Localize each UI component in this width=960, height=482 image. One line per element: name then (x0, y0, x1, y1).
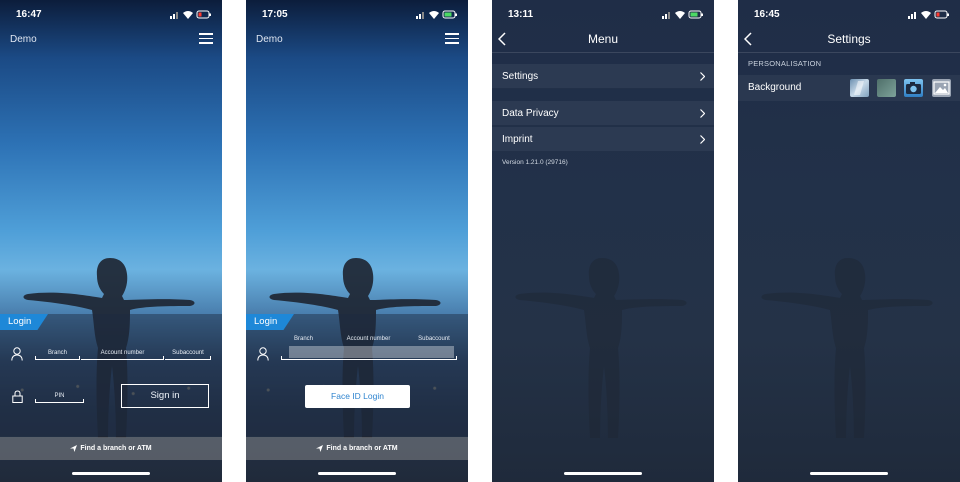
version-text: Version 1.21.0 (29716) (502, 159, 568, 166)
silhouette-image (510, 250, 700, 440)
phone-screen-menu: 13:11 Menu Settings Data Privacy Imprint… (492, 0, 714, 482)
menu-item-data-privacy[interactable]: Data Privacy (492, 101, 714, 126)
find-branch-label: Find a branch or ATM (326, 445, 398, 452)
branch-label: Branch (293, 336, 313, 342)
subaccount-label: Subaccount (418, 336, 450, 342)
background-label: Background (748, 82, 802, 93)
background-setting-row: Background (738, 75, 960, 101)
chevron-right-icon (700, 72, 705, 81)
status-icons (416, 10, 457, 19)
home-indicator[interactable] (72, 472, 150, 475)
status-icons (170, 10, 211, 19)
lock-icon (12, 390, 23, 403)
login-panel (246, 314, 468, 436)
status-time: 17:05 (262, 9, 288, 20)
pin-placeholder: PIN (54, 393, 65, 399)
phone-screen-face-id-login: 17:05 Demo Login Branch Account number S… (246, 0, 468, 482)
subaccount-field[interactable]: Subaccount (411, 336, 457, 346)
find-branch-atm-button[interactable]: Find a branch or ATM (0, 437, 222, 460)
section-label: PERSONALISATION (748, 59, 822, 68)
phone-screen-settings: 16:45 Settings PERSONALISATION Backgroun… (738, 0, 960, 482)
home-indicator[interactable] (318, 472, 396, 475)
user-icon (257, 347, 269, 361)
hamburger-menu-icon[interactable] (199, 33, 213, 44)
location-arrow-icon (316, 445, 323, 452)
pin-field[interactable]: PIN (35, 393, 84, 403)
branch-field[interactable]: Branch (35, 350, 80, 360)
settings-title: Settings (827, 32, 871, 46)
location-arrow-icon (70, 445, 77, 452)
status-bar: 13:11 (492, 8, 714, 22)
demo-title: Demo (256, 34, 283, 45)
menu-item-imprint[interactable]: Imprint (492, 127, 714, 152)
user-icon (11, 347, 23, 361)
find-branch-label: Find a branch or ATM (80, 445, 152, 452)
status-bar: 16:45 (738, 8, 960, 22)
glass-thumbnail[interactable] (850, 79, 869, 97)
status-icons (908, 10, 949, 19)
branch-placeholder: Branch (47, 350, 67, 356)
account-number-placeholder: Account number (100, 350, 145, 356)
glass-icon (854, 81, 864, 95)
gallery-thumbnail[interactable] (932, 79, 951, 97)
camera-icon (906, 82, 921, 94)
account-number-field[interactable]: Account number (81, 350, 164, 360)
subaccount-placeholder: Subaccount (172, 350, 204, 356)
chevron-right-icon (700, 109, 705, 118)
find-branch-atm-button[interactable]: Find a branch or ATM (246, 437, 468, 460)
menu-item-label: Imprint (502, 134, 533, 145)
menu-nav-header: Menu (492, 26, 714, 53)
status-time: 16:45 (754, 9, 780, 20)
green-gradient-thumbnail[interactable] (877, 79, 896, 97)
status-bar: 16:47 (0, 8, 222, 22)
status-time: 16:47 (16, 9, 42, 20)
menu-item-settings[interactable]: Settings (492, 64, 714, 89)
silhouette-image (756, 250, 946, 440)
status-time: 13:11 (508, 9, 534, 20)
phone-screen-login-credentials: 16:47 Demo Login Branch Account number S… (0, 0, 222, 482)
face-id-login-button[interactable]: Face ID Login (305, 385, 410, 408)
subaccount-field[interactable]: Subaccount (165, 350, 211, 360)
chevron-right-icon (700, 135, 705, 144)
home-indicator[interactable] (810, 472, 888, 475)
menu-item-label: Data Privacy (502, 108, 559, 119)
menu-item-label: Settings (502, 71, 539, 82)
login-panel (0, 314, 222, 436)
account-underline (281, 350, 457, 360)
menu-title: Menu (587, 32, 619, 46)
branch-field[interactable]: Branch (281, 336, 326, 346)
sign-in-button[interactable]: Sign in (121, 384, 209, 408)
demo-title: Demo (10, 34, 37, 45)
home-indicator[interactable] (564, 472, 642, 475)
status-bar: 17:05 (246, 8, 468, 22)
gallery-icon (933, 81, 950, 95)
account-number-label: Account number (346, 336, 391, 342)
settings-nav-header: Settings (738, 26, 960, 53)
camera-photo-thumbnail[interactable] (904, 79, 923, 97)
account-number-field[interactable]: Account number (327, 336, 410, 346)
hamburger-menu-icon[interactable] (445, 33, 459, 44)
status-icons (662, 10, 703, 19)
